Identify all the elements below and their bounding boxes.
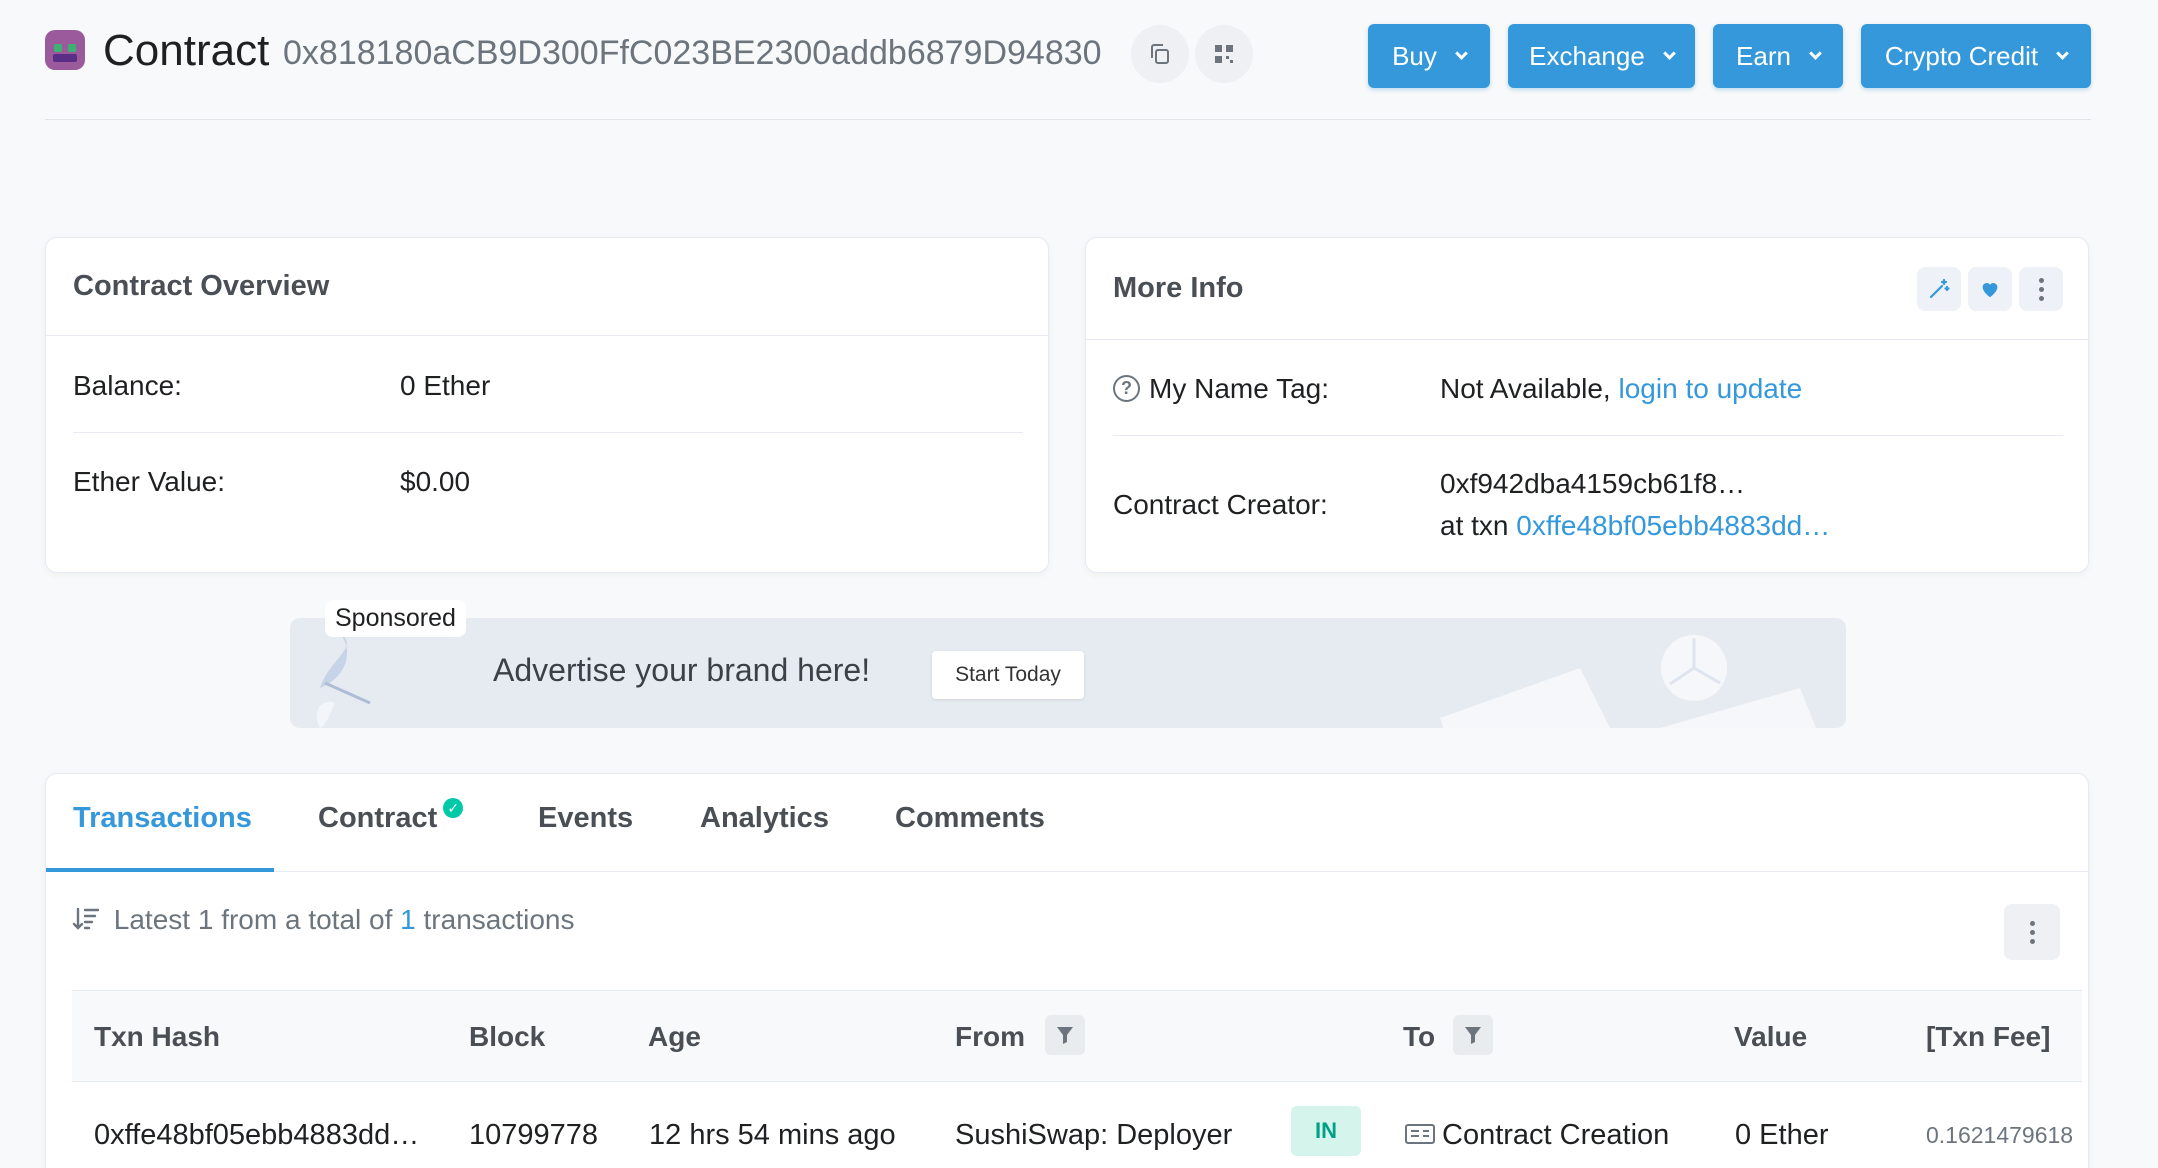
filter-icon — [1057, 1027, 1073, 1044]
crypto-credit-dropdown-button[interactable]: Crypto Credit — [1861, 24, 2091, 88]
favorite-button[interactable] — [1968, 267, 2012, 311]
tab-analytics[interactable]: Analytics — [700, 802, 829, 835]
ether-value-label: Ether Value: — [73, 466, 226, 497]
help-icon: ? — [1113, 375, 1140, 402]
crypto-credit-button-label: Crypto Credit — [1884, 40, 2039, 71]
txn-age: 12 hrs 54 mins ago — [649, 1119, 896, 1151]
contract-overview-title: Contract Overview — [46, 238, 1048, 336]
sponsored-badge: Sponsored — [325, 600, 466, 637]
exchange-dropdown-button[interactable]: Exchange — [1508, 24, 1695, 88]
name-tag-label: My Name Tag: — [1149, 373, 1329, 404]
magic-wand-icon — [1929, 278, 1950, 299]
tab-events[interactable]: Events — [538, 802, 633, 835]
contract-creator-label: Contract Creator: — [1113, 489, 1328, 520]
name-tag-value: Not Available, login to update — [1440, 373, 1802, 405]
name-tag-status: Not Available, — [1440, 373, 1611, 404]
more-options-button[interactable] — [2019, 267, 2063, 311]
creator-address-link[interactable]: 0xf942dba4159cb61f8… — [1440, 468, 1745, 500]
transactions-card: Transactions Contract ✓ Events Analytics … — [45, 773, 2089, 1168]
txn-fee: 0.1621479618 — [1926, 1122, 2074, 1148]
creator-txn: at txn 0xffe48bf05ebb4883dd… — [1440, 510, 1830, 542]
col-txn-hash: Txn Hash — [94, 1021, 221, 1052]
contract-document-icon — [1405, 1124, 1435, 1144]
txn-value: 0 Ether — [1735, 1119, 1829, 1151]
txn-hash-link[interactable]: 0xffe48bf05ebb4883dd… — [94, 1119, 419, 1152]
col-block: Block — [469, 1021, 546, 1052]
chevron-down-icon — [1809, 46, 1822, 60]
ad-start-today-button[interactable]: Start Today — [932, 651, 1084, 699]
to-cell: Contract Creation — [1404, 1119, 1669, 1152]
tab-transactions[interactable]: Transactions — [73, 802, 252, 835]
qr-code-button[interactable] — [1195, 25, 1253, 83]
active-tab-indicator — [46, 868, 274, 872]
buy-dropdown-button[interactable]: Buy — [1368, 24, 1490, 88]
ad-banner[interactable]: Advertise your brand here! Start Today — [290, 618, 1846, 728]
creator-txn-prefix: at txn — [1440, 510, 1509, 541]
from-filter-button[interactable] — [1045, 1015, 1085, 1055]
chevron-down-icon — [2056, 46, 2069, 60]
filter-icon — [1465, 1027, 1481, 1044]
col-value: Value — [1734, 1021, 1808, 1052]
transactions-summary: Latest 1 from a total of 1 transactions — [72, 904, 574, 936]
more-info-card: More Info ? My Name Tag: Not Available, … — [1085, 237, 2089, 573]
tab-comments[interactable]: Comments — [895, 802, 1045, 835]
from-address-link[interactable]: SushiSwap: Deployer — [955, 1119, 1232, 1152]
balance-label: Balance: — [73, 370, 182, 401]
col-from: From — [955, 1021, 1025, 1052]
block-link[interactable]: 10799778 — [469, 1119, 598, 1152]
sort-descending-icon — [72, 907, 100, 930]
envelope-decoration-icon — [1440, 635, 1816, 728]
buy-button-label: Buy — [1392, 40, 1437, 71]
tab-bar: Transactions Contract ✓ Events Analytics … — [46, 774, 2088, 872]
divider — [73, 432, 1023, 433]
chevron-down-icon — [1455, 46, 1468, 60]
heart-icon — [1982, 283, 1998, 298]
to-value: Contract Creation — [1442, 1119, 1670, 1151]
copy-address-button[interactable] — [1131, 25, 1189, 83]
summary-count-link[interactable]: 1 — [400, 904, 416, 935]
table-options-button[interactable] — [2004, 904, 2060, 960]
magic-wand-button[interactable] — [1917, 267, 1961, 311]
earn-dropdown-button[interactable]: Earn — [1713, 24, 1843, 88]
direction-in-badge: IN — [1291, 1106, 1361, 1156]
verified-check-icon: ✓ — [443, 798, 464, 818]
divider — [1113, 435, 2063, 436]
col-to: To — [1403, 1021, 1436, 1052]
table-header: Txn Hash Block Age From To Value [Txn Fe… — [72, 990, 2082, 1082]
chevron-down-icon — [1662, 46, 1676, 60]
more-vertical-icon — [2038, 277, 2044, 301]
to-filter-button[interactable] — [1453, 1015, 1493, 1055]
earn-button-label: Earn — [1736, 40, 1791, 71]
tab-contract-label: Contract — [318, 802, 438, 834]
page-title: Contract — [103, 26, 270, 75]
qr-code-icon — [1215, 45, 1233, 63]
page-header: Contract 0x818180aCB9D300FfC023BE2300add… — [45, 22, 2091, 120]
ether-value: $0.00 — [400, 466, 471, 497]
exchange-button-label: Exchange — [1529, 40, 1645, 71]
contract-address: 0x818180aCB9D300FfC023BE2300addb6879D948… — [283, 34, 1102, 72]
copy-icon — [1151, 44, 1169, 64]
more-vertical-icon — [2029, 920, 2035, 944]
contract-avatar-icon — [45, 30, 85, 70]
creator-txn-link[interactable]: 0xffe48bf05ebb4883dd… — [1516, 510, 1830, 541]
tab-contract[interactable]: Contract ✓ — [318, 798, 464, 835]
balance-value: 0 Ether — [400, 370, 491, 401]
login-to-update-link[interactable]: login to update — [1619, 373, 1803, 404]
ad-text: Advertise your brand here! — [493, 652, 871, 688]
col-txn-fee[interactable]: [Txn Fee] — [1926, 1021, 2050, 1053]
feather-decoration-icon — [316, 633, 371, 728]
summary-suffix: transactions — [423, 904, 575, 935]
contract-overview-card: Contract Overview Balance: 0 Ether Ether… — [45, 237, 1049, 573]
col-age[interactable]: Age — [648, 1021, 701, 1053]
summary-prefix: Latest 1 from a total of — [113, 904, 393, 935]
